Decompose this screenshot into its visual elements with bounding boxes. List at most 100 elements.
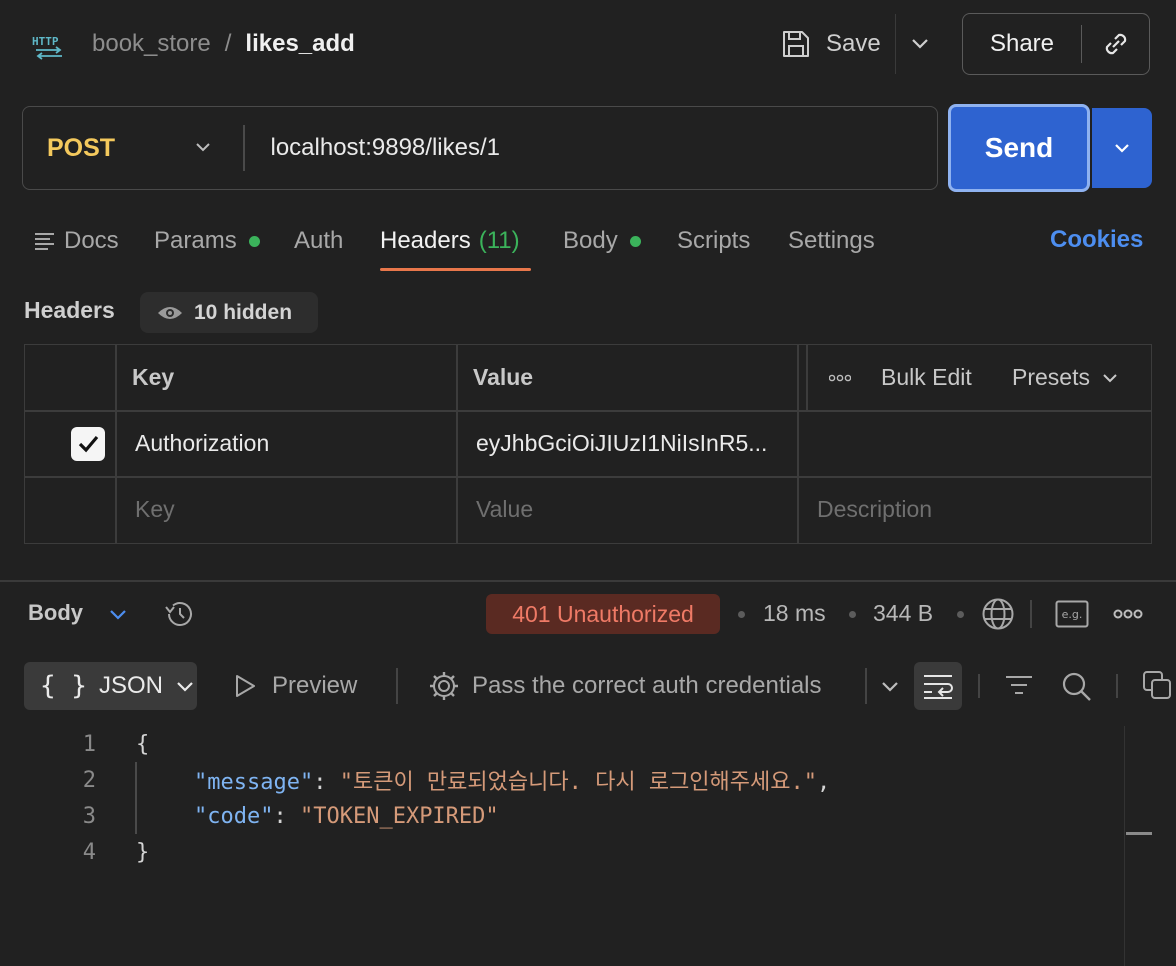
url-input[interactable] — [244, 134, 937, 162]
active-tab-indicator — [380, 268, 531, 271]
hidden-headers-toggle[interactable]: 10 hidden — [140, 292, 318, 333]
new-value-input[interactable]: Value — [476, 476, 533, 542]
tab-label: Auth — [294, 227, 344, 254]
json-brace: { — [136, 731, 150, 757]
send-button[interactable]: Send — [948, 104, 1090, 192]
more-options-icon[interactable] — [1113, 608, 1143, 620]
cookies-link[interactable]: Cookies — [1050, 226, 1143, 254]
chevron-down-icon — [191, 135, 215, 159]
visualize-button[interactable]: Pass the correct auth credentials — [428, 668, 822, 704]
scrollbar[interactable] — [1124, 726, 1152, 966]
save-button[interactable]: Save — [780, 26, 881, 62]
tab-scripts[interactable]: Scripts — [677, 224, 750, 258]
search-icon[interactable] — [1060, 670, 1092, 702]
tab-settings[interactable]: Settings — [788, 224, 875, 258]
divider — [978, 674, 980, 698]
format-select[interactable]: { } JSON — [24, 662, 197, 710]
method-select[interactable]: POST — [23, 107, 243, 189]
copy-link-icon[interactable] — [1082, 28, 1149, 60]
save-icon — [780, 28, 812, 60]
filter-icon[interactable] — [1004, 672, 1034, 700]
gear-icon — [428, 670, 460, 702]
breadcrumb-separator: / — [224, 30, 232, 57]
preview-label: Preview — [272, 672, 358, 699]
json-key: "code" — [194, 803, 274, 829]
eye-icon — [156, 303, 184, 323]
presets-label: Presets — [1012, 364, 1090, 390]
header-key-cell[interactable]: Authorization — [135, 410, 269, 476]
more-options-icon[interactable] — [829, 345, 851, 410]
breadcrumb: book_store / likes_add — [92, 28, 355, 60]
json-string: "TOKEN_EXPIRED" — [299, 803, 499, 829]
header-enabled-checkbox[interactable] — [71, 427, 105, 461]
indent-guide — [135, 762, 137, 834]
examples-icon[interactable]: e.g. — [1055, 600, 1089, 628]
chevron-down-icon[interactable] — [878, 676, 902, 698]
divider — [865, 668, 867, 704]
tab-label: Scripts — [677, 227, 751, 254]
request-name[interactable]: likes_add — [245, 30, 354, 58]
send-options-chevron-icon[interactable] — [1092, 108, 1152, 188]
response-body-label[interactable]: Body — [28, 600, 83, 626]
share-button[interactable]: Share — [963, 30, 1081, 58]
response-time[interactable]: 18 ms — [763, 600, 826, 627]
tab-label: Settings — [788, 227, 875, 254]
save-options-chevron-icon[interactable] — [906, 30, 934, 58]
docs-icon — [34, 230, 56, 252]
globe-icon[interactable] — [981, 597, 1015, 631]
copy-icon[interactable] — [1142, 670, 1174, 702]
visualize-label: Pass the correct auth credentials — [472, 672, 822, 699]
svg-text:e.g.: e.g. — [1062, 608, 1083, 621]
tab-label: Params — [154, 227, 237, 254]
presets-dropdown[interactable]: Presets — [1012, 345, 1120, 410]
divider — [1116, 674, 1118, 698]
status-dot — [248, 235, 260, 247]
tab-headers[interactable]: Headers (11) — [380, 224, 520, 258]
save-label: Save — [826, 30, 881, 57]
url-bar: POST — [22, 106, 938, 190]
separator-dot — [738, 611, 745, 618]
separator-dot — [849, 611, 856, 618]
header-value-cell[interactable]: eyJhbGciOiJIUzI1NiIsInR5... — [476, 410, 767, 476]
line-number: 3 — [82, 803, 96, 829]
response-body-viewer[interactable]: 1 { 2 "message": "토큰이 만료되었습니다. 다시 로그인해주세… — [0, 726, 1124, 966]
separator-dot — [957, 611, 964, 618]
json-string: "토큰이 만료되었습니다. 다시 로그인해주세요." — [339, 770, 817, 795]
headers-table: Key Value Bulk Edit Presets Authorizatio… — [24, 344, 1152, 544]
word-wrap-toggle[interactable] — [914, 662, 962, 710]
json-brace: } — [136, 839, 150, 865]
preview-button[interactable]: Preview — [232, 668, 357, 704]
tab-body[interactable]: Body — [563, 224, 641, 258]
breadcrumb-collection[interactable]: book_store — [92, 30, 211, 58]
chevron-down-icon — [175, 676, 195, 696]
column-header-key: Key — [132, 364, 175, 390]
tab-label: Body — [563, 227, 618, 254]
bulk-edit-button[interactable]: Bulk Edit — [881, 345, 972, 410]
json-key: "message" — [194, 770, 314, 795]
status-dot — [629, 235, 641, 247]
new-description-input[interactable]: Description — [817, 476, 932, 542]
divider — [1030, 600, 1032, 628]
hidden-count: 10 hidden — [194, 300, 293, 324]
pane-divider[interactable] — [0, 580, 1176, 582]
chevron-down-icon[interactable] — [108, 604, 128, 624]
line-number: 4 — [82, 839, 96, 865]
http-icon: HTTP — [30, 28, 68, 60]
share-group: Share — [962, 13, 1150, 75]
play-icon — [232, 673, 258, 699]
line-number: 1 — [82, 731, 96, 757]
line-number: 2 — [82, 767, 96, 793]
tab-docs[interactable]: Docs — [34, 224, 119, 258]
new-key-input[interactable]: Key — [135, 476, 175, 542]
response-size[interactable]: 344 B — [873, 600, 933, 627]
chevron-down-icon — [1100, 368, 1120, 388]
format-label: JSON — [98, 672, 163, 699]
svg-text:HTTP: HTTP — [32, 35, 59, 48]
scrollbar-thumb[interactable] — [1126, 832, 1152, 835]
tab-params[interactable]: Params — [154, 224, 260, 258]
divider — [895, 14, 896, 74]
status-badge[interactable]: 401 Unauthorized — [486, 594, 720, 634]
method-label: POST — [47, 133, 116, 162]
tab-auth[interactable]: Auth — [294, 224, 343, 258]
history-icon[interactable] — [162, 598, 196, 630]
